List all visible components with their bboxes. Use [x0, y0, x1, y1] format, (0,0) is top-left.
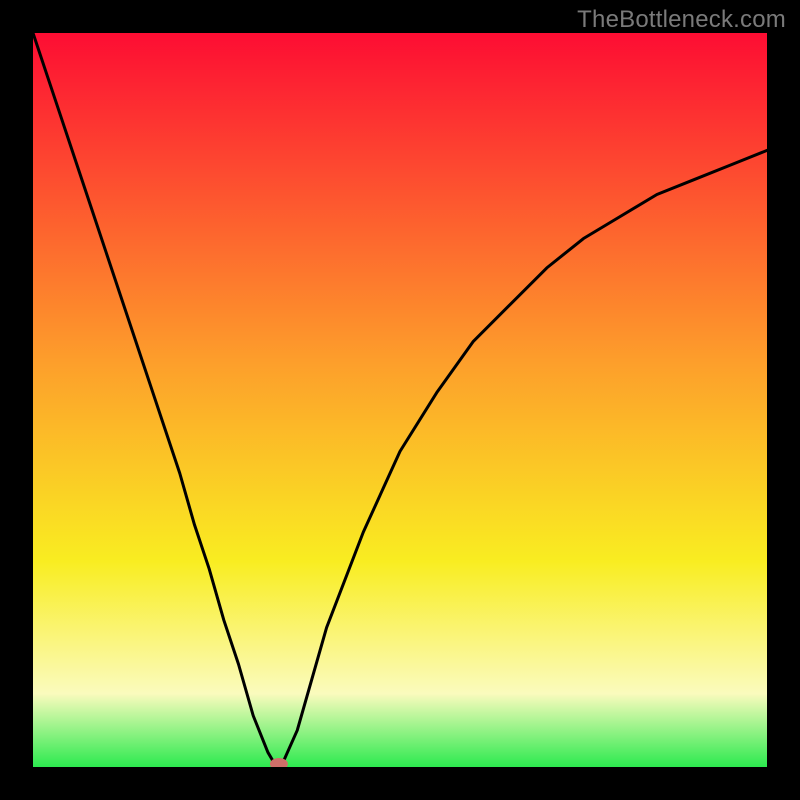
plot-area: [33, 33, 767, 767]
chart-svg: [33, 33, 767, 767]
watermark-text: TheBottleneck.com: [577, 6, 786, 34]
chart-frame: TheBottleneck.com: [0, 0, 800, 800]
gradient-background: [33, 33, 767, 767]
